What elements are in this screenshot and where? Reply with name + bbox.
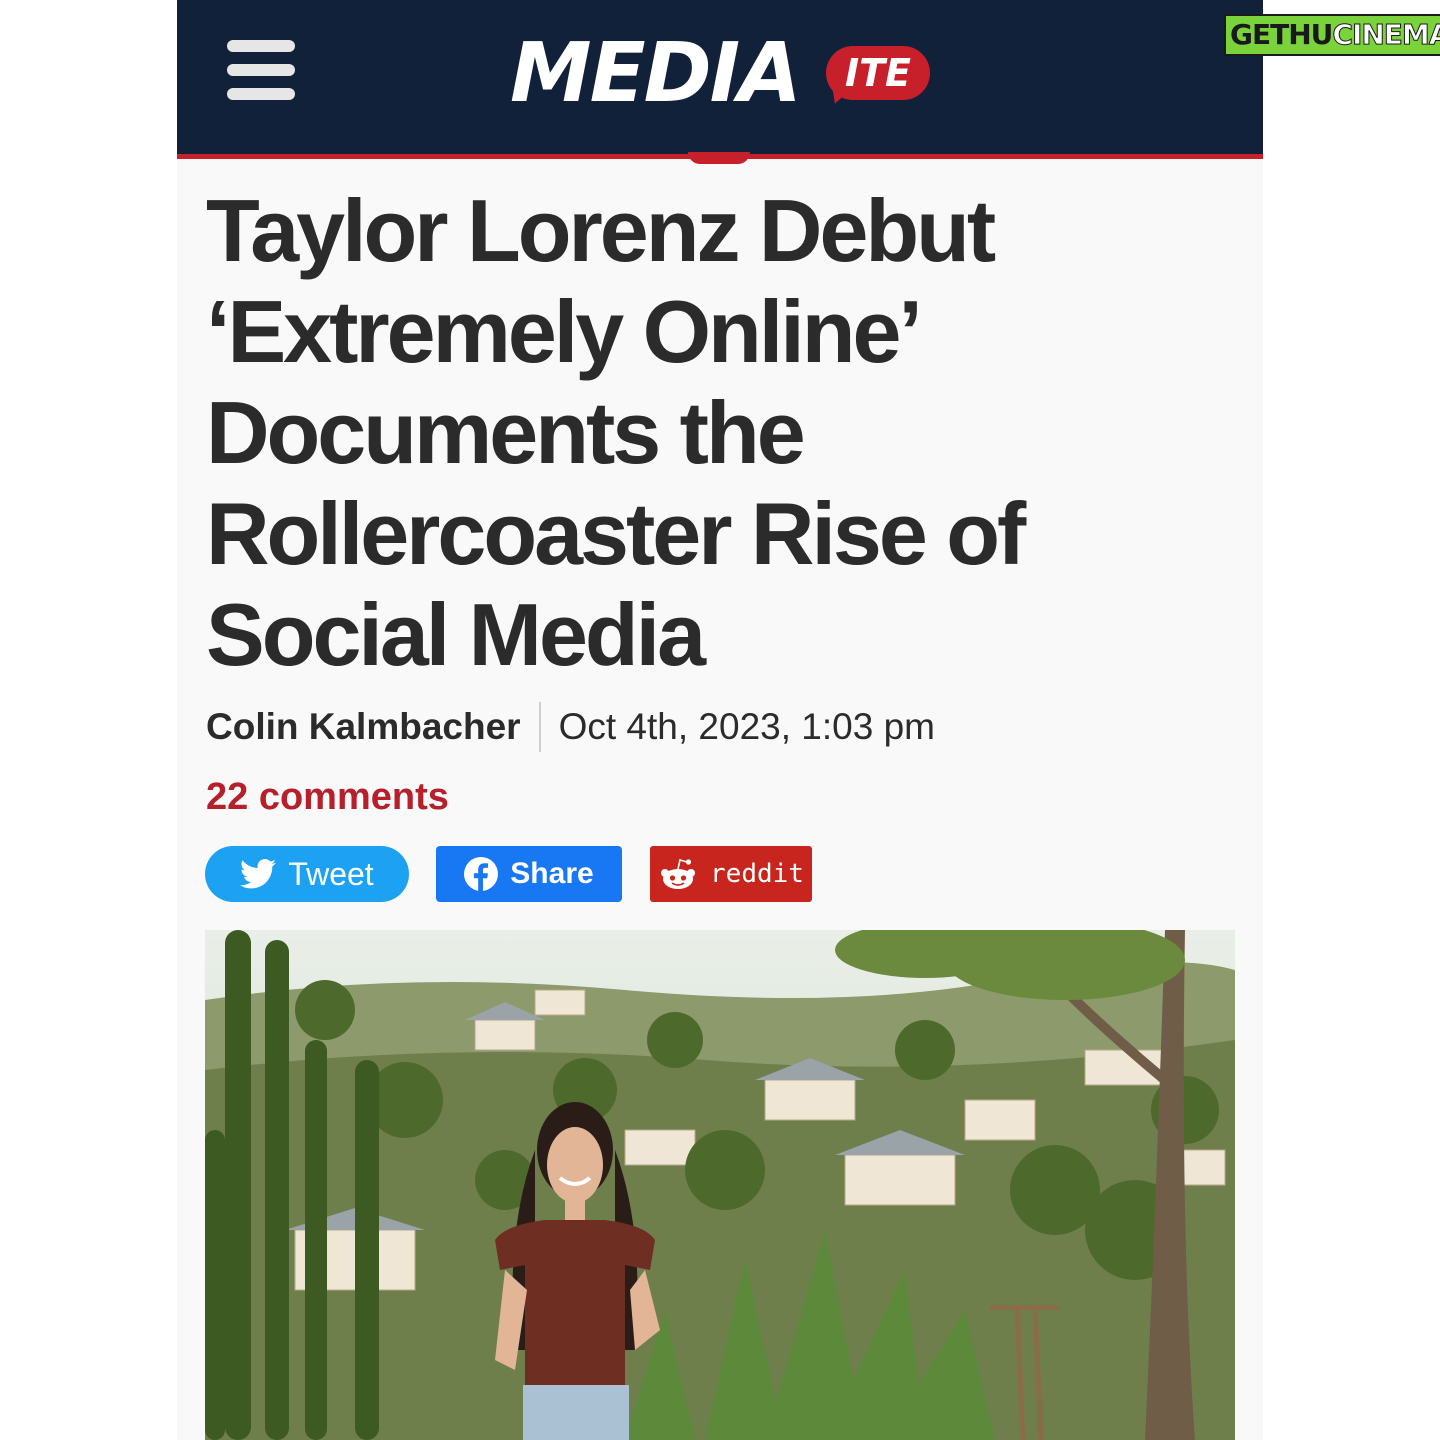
twitter-bird-icon — [240, 859, 277, 889]
author-link[interactable]: Colin Kalmbacher — [206, 706, 521, 748]
site-header: MEDIA ITE — [177, 0, 1263, 159]
publish-date: Oct 4th, 2023, 1:03 pm — [558, 706, 935, 747]
watermark-part1: GETHU — [1230, 18, 1333, 51]
tweet-button[interactable]: Tweet — [205, 846, 409, 902]
logo-speech-bubble: ITE — [826, 46, 930, 100]
header-drop-tab[interactable] — [688, 152, 750, 164]
watermark-part2: CINEMA — [1332, 18, 1440, 52]
byline-divider — [538, 702, 541, 752]
article-photo — [205, 930, 1235, 1440]
reddit-alien-icon — [658, 857, 698, 891]
site-logo[interactable]: MEDIA ITE — [510, 20, 940, 130]
reddit-share-button[interactable]: reddit — [650, 846, 812, 902]
comments-link[interactable]: 22 comments — [206, 776, 449, 819]
menu-icon[interactable] — [227, 38, 295, 102]
article-headline: Taylor Lorenz Debut ‘Extremely Online’ D… — [206, 181, 1026, 684]
facebook-share-label: Share — [510, 857, 594, 890]
byline: Colin Kalmbacher Oct 4th, 2023, 1:03 pm — [206, 700, 935, 754]
watermark-logo: GETHUCINEMA — [1224, 6, 1440, 56]
tweet-label: Tweet — [288, 855, 374, 892]
reddit-label: reddit — [710, 859, 804, 889]
facebook-icon — [464, 857, 499, 891]
facebook-share-button[interactable]: Share — [436, 846, 622, 902]
logo-wordmark: MEDIA — [510, 26, 802, 121]
